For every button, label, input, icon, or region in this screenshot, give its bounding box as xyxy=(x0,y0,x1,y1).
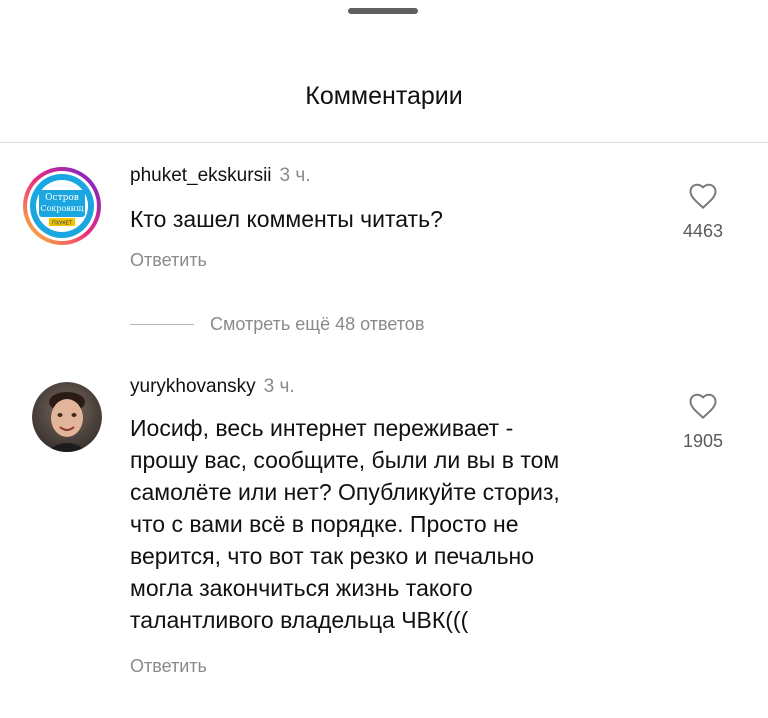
comment-username[interactable]: yurykhovansky 3 ч. xyxy=(130,376,295,398)
reply-button[interactable]: Ответить xyxy=(130,250,207,271)
replies-line xyxy=(130,324,194,325)
heart-outline-icon[interactable] xyxy=(688,182,718,210)
user-photo-avatar-icon xyxy=(32,382,102,452)
header-divider xyxy=(0,142,768,143)
comment-text-line: верится, что вот так резко и печально xyxy=(130,543,535,569)
avatar[interactable] xyxy=(32,382,102,452)
view-replies-label[interactable]: Смотреть ещё 48 ответов xyxy=(210,314,424,335)
comment-text-line: талантливого владельца ЧВК((( xyxy=(130,607,469,633)
story-ring-avatar-icon: Остров Сокровищ ПХУКЕТ xyxy=(23,167,101,245)
comment-time: 3 ч. xyxy=(263,376,295,397)
comment-text-line: что с вами всё в порядке. Просто не xyxy=(130,511,519,537)
like-control: 4463 xyxy=(668,182,738,242)
sheet-title: Комментарии xyxy=(305,82,463,110)
comment-text: Иосиф, весь интернет переживает - прошу … xyxy=(130,412,560,636)
like-control: 1905 xyxy=(668,392,738,452)
like-count: 1905 xyxy=(682,431,724,451)
like-count: 4463 xyxy=(682,221,724,241)
comment-text: Кто зашел комменты читать? xyxy=(130,206,443,232)
username-text[interactable]: phuket_ekskursii xyxy=(130,165,272,186)
comment-text-line: Иосиф, весь интернет переживает - xyxy=(130,415,514,441)
avatar[interactable]: Остров Сокровищ ПХУКЕТ xyxy=(22,166,102,246)
view-more-replies[interactable]: Смотреть ещё 48 ответов xyxy=(130,314,424,335)
comment-text-line: могла закончиться жизнь такого xyxy=(130,575,473,601)
heart-outline-icon[interactable] xyxy=(688,392,718,420)
comment-text-line: самолёте или нет? Опубликуйте сториз, xyxy=(130,479,560,505)
sheet-drag-handle[interactable] xyxy=(348,8,418,14)
svg-text:Сокровищ: Сокровищ xyxy=(40,204,84,213)
comment-text-line: прошу вас, сообщите, были ли вы в том xyxy=(130,447,560,473)
svg-text:ПХУКЕТ: ПХУКЕТ xyxy=(52,221,73,227)
comment-username[interactable]: phuket_ekskursii 3 ч. xyxy=(130,165,311,187)
reply-button[interactable]: Ответить xyxy=(130,656,207,677)
comment-time: 3 ч. xyxy=(279,165,311,186)
svg-text:Остров: Остров xyxy=(45,193,79,203)
username-text[interactable]: yurykhovansky xyxy=(130,376,256,397)
